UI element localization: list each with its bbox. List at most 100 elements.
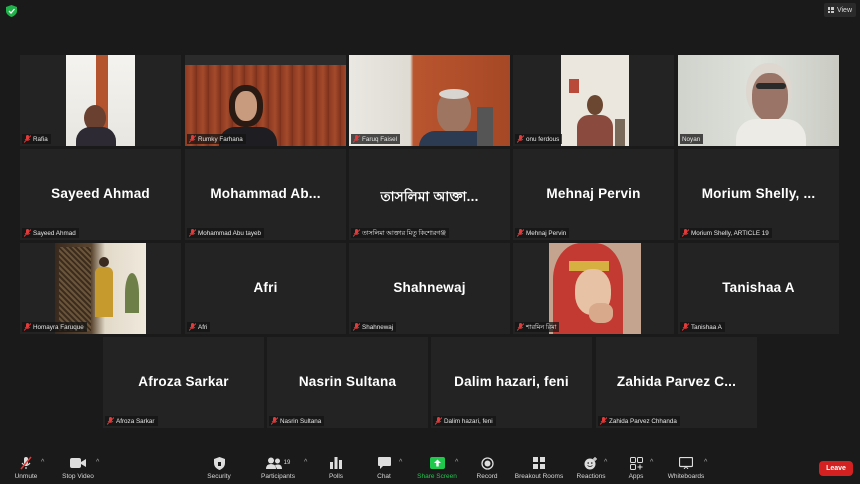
security-button[interactable]: Security <box>202 456 236 480</box>
participant-tile[interactable]: Morium Shelly, ... Morium Shelly, ARTICL… <box>678 149 839 240</box>
share-options-chevron-icon[interactable]: ^ <box>455 459 458 466</box>
chat-button[interactable]: Chat <box>372 456 396 480</box>
participant-name-label: Afri <box>187 322 211 332</box>
participant-name-label: Mehnaj Pervin <box>515 228 570 238</box>
muted-mic-icon <box>517 229 524 237</box>
muted-mic-icon <box>435 417 442 425</box>
muted-mic-icon <box>600 417 607 425</box>
participant-video <box>185 55 346 146</box>
participant-name-label: Homayra Faruque <box>22 322 87 332</box>
muted-mic-icon <box>20 456 32 470</box>
chat-bubble-icon <box>377 457 391 469</box>
participant-tile[interactable]: Mehnaj Pervin Mehnaj Pervin <box>513 149 674 240</box>
record-icon <box>480 456 494 470</box>
reactions-options-chevron-icon[interactable]: ^ <box>604 459 607 466</box>
participant-name-label: Rumky Farhana <box>187 134 246 144</box>
meeting-toolbar: Unmute ^ Stop Video ^ Security 19 Partic… <box>0 448 860 484</box>
participant-video <box>349 55 510 146</box>
muted-mic-icon <box>353 229 360 237</box>
participant-name-label: onu ferdous <box>515 134 563 144</box>
muted-mic-icon <box>24 229 31 237</box>
participant-display-name: Mehnaj Pervin <box>546 186 641 201</box>
participant-tile[interactable]: শারমিন রিমা <box>513 243 674 334</box>
video-options-chevron-icon[interactable]: ^ <box>96 459 99 466</box>
participant-tile[interactable]: Tanishaa A Tanishaa A <box>678 243 839 334</box>
apps-icon <box>629 456 643 470</box>
participant-tile[interactable]: Afroza Sarkar Afroza Sarkar <box>103 337 264 428</box>
participant-tile[interactable]: Homayra Faruque <box>20 243 181 334</box>
muted-mic-icon <box>517 323 524 331</box>
participant-name-label: Zahida Parvez Chhanda <box>598 416 680 426</box>
participant-tile[interactable]: Zahida Parvez C... Zahida Parvez Chhanda <box>596 337 757 428</box>
encryption-shield-icon[interactable] <box>6 5 17 17</box>
audio-options-chevron-icon[interactable]: ^ <box>41 459 44 466</box>
leave-button[interactable]: Leave <box>819 461 853 476</box>
muted-mic-icon <box>24 323 31 331</box>
participant-name-label: Morium Shelly, ARTICLE 19 <box>680 228 772 238</box>
participant-name-label: Nasrin Sultana <box>269 416 325 426</box>
participant-display-name: Dalim hazari, feni <box>454 374 569 389</box>
participant-tile[interactable]: Mohammad Ab... Mohammad Abu tayeb <box>185 149 346 240</box>
stop-video-button[interactable]: Stop Video <box>58 456 98 480</box>
breakout-rooms-icon <box>533 457 545 469</box>
participants-options-chevron-icon[interactable]: ^ <box>304 459 307 466</box>
participant-tile[interactable]: Afri Afri <box>185 243 346 334</box>
participant-tile[interactable]: Rumky Farhana <box>185 55 346 146</box>
participant-video <box>561 55 629 146</box>
participant-display-name: Shahnewaj <box>393 280 466 295</box>
participant-video <box>678 55 839 146</box>
apps-button[interactable]: Apps <box>624 456 648 480</box>
muted-mic-icon <box>682 229 689 237</box>
participant-video <box>55 243 146 334</box>
participant-display-name: Tanishaa A <box>722 280 795 295</box>
participants-count: 19 <box>283 460 291 466</box>
whiteboards-options-chevron-icon[interactable]: ^ <box>704 459 707 466</box>
participant-display-name: Mohammad Ab... <box>210 186 321 201</box>
chat-options-chevron-icon[interactable]: ^ <box>399 459 402 466</box>
smiley-plus-icon <box>584 456 597 469</box>
muted-mic-icon <box>189 229 196 237</box>
polls-button[interactable]: Polls <box>322 456 350 480</box>
view-button[interactable]: View <box>823 3 856 17</box>
participant-name-label: তাসলিমা আক্তার মিতু কিশোরগঞ্জ <box>351 228 449 238</box>
bar-chart-icon <box>330 457 342 469</box>
top-bar: View <box>0 0 860 22</box>
record-button[interactable]: Record <box>474 456 500 480</box>
participant-tile[interactable]: Faruq Faisel <box>349 55 510 146</box>
whiteboards-button[interactable]: Whiteboards <box>664 456 708 480</box>
participant-display-name: Morium Shelly, ... <box>701 186 816 201</box>
muted-mic-icon <box>107 417 114 425</box>
participant-tile[interactable]: Nasrin Sultana Nasrin Sultana <box>267 337 428 428</box>
reactions-button[interactable]: Reactions <box>575 456 607 480</box>
unmute-button[interactable]: Unmute <box>10 456 42 480</box>
participant-tile[interactable]: Sayeed Ahmad Sayeed Ahmad <box>20 149 181 240</box>
video-camera-icon <box>70 458 86 468</box>
muted-mic-icon <box>189 135 196 143</box>
muted-mic-icon <box>682 323 689 331</box>
participant-tile[interactable]: Dalim hazari, feni Dalim hazari, feni <box>431 337 592 428</box>
participant-tile[interactable]: তাসলিমা আক্তা... তাসলিমা আক্তার মিতু কিশ… <box>349 149 510 240</box>
participant-name-label: Mohammad Abu tayeb <box>187 228 265 238</box>
muted-mic-icon <box>24 135 31 143</box>
share-screen-icon <box>429 457 445 469</box>
participant-tile[interactable]: onu ferdous <box>513 55 674 146</box>
participant-video <box>66 55 135 146</box>
muted-mic-icon <box>353 135 360 143</box>
participant-video <box>549 243 641 334</box>
share-screen-button[interactable]: Share Screen <box>415 456 459 480</box>
participant-tile[interactable]: Rafia <box>20 55 181 146</box>
participants-button[interactable]: 19 Participants <box>258 456 298 480</box>
participant-display-name: তাসলিমা আক্তা... <box>380 189 479 204</box>
participant-name-label: Sayeed Ahmad <box>22 228 79 238</box>
participant-name-label: Faruq Faisel <box>351 134 400 144</box>
apps-options-chevron-icon[interactable]: ^ <box>650 459 653 466</box>
participant-name-label: Noyan <box>680 134 704 144</box>
participant-tile[interactable]: Shahnewaj Shahnewaj <box>349 243 510 334</box>
participant-tile-active-speaker[interactable]: Noyan <box>678 55 839 146</box>
muted-mic-icon <box>189 323 196 331</box>
participant-display-name: Sayeed Ahmad <box>51 186 150 201</box>
participant-name-label: Dalim hazari, feni <box>433 416 496 426</box>
participant-display-name: Afri <box>253 280 278 295</box>
breakout-rooms-button[interactable]: Breakout Rooms <box>513 456 565 480</box>
view-label: View <box>836 6 852 14</box>
